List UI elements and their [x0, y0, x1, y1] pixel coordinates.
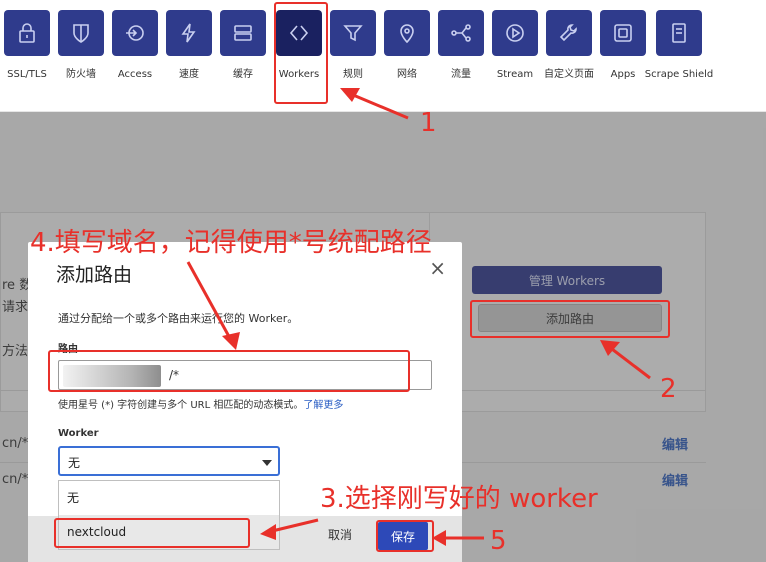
step-3-label: 3.选择刚写好的 worker — [320, 484, 598, 514]
step-1-label: 1 — [420, 108, 437, 138]
annotation-arrows — [186, 88, 651, 546]
step-4-label: 4.填写域名，记得使用*号统配路径 — [30, 228, 432, 258]
step-2-label: 2 — [660, 374, 677, 404]
step-5-label: 5 — [490, 526, 507, 556]
